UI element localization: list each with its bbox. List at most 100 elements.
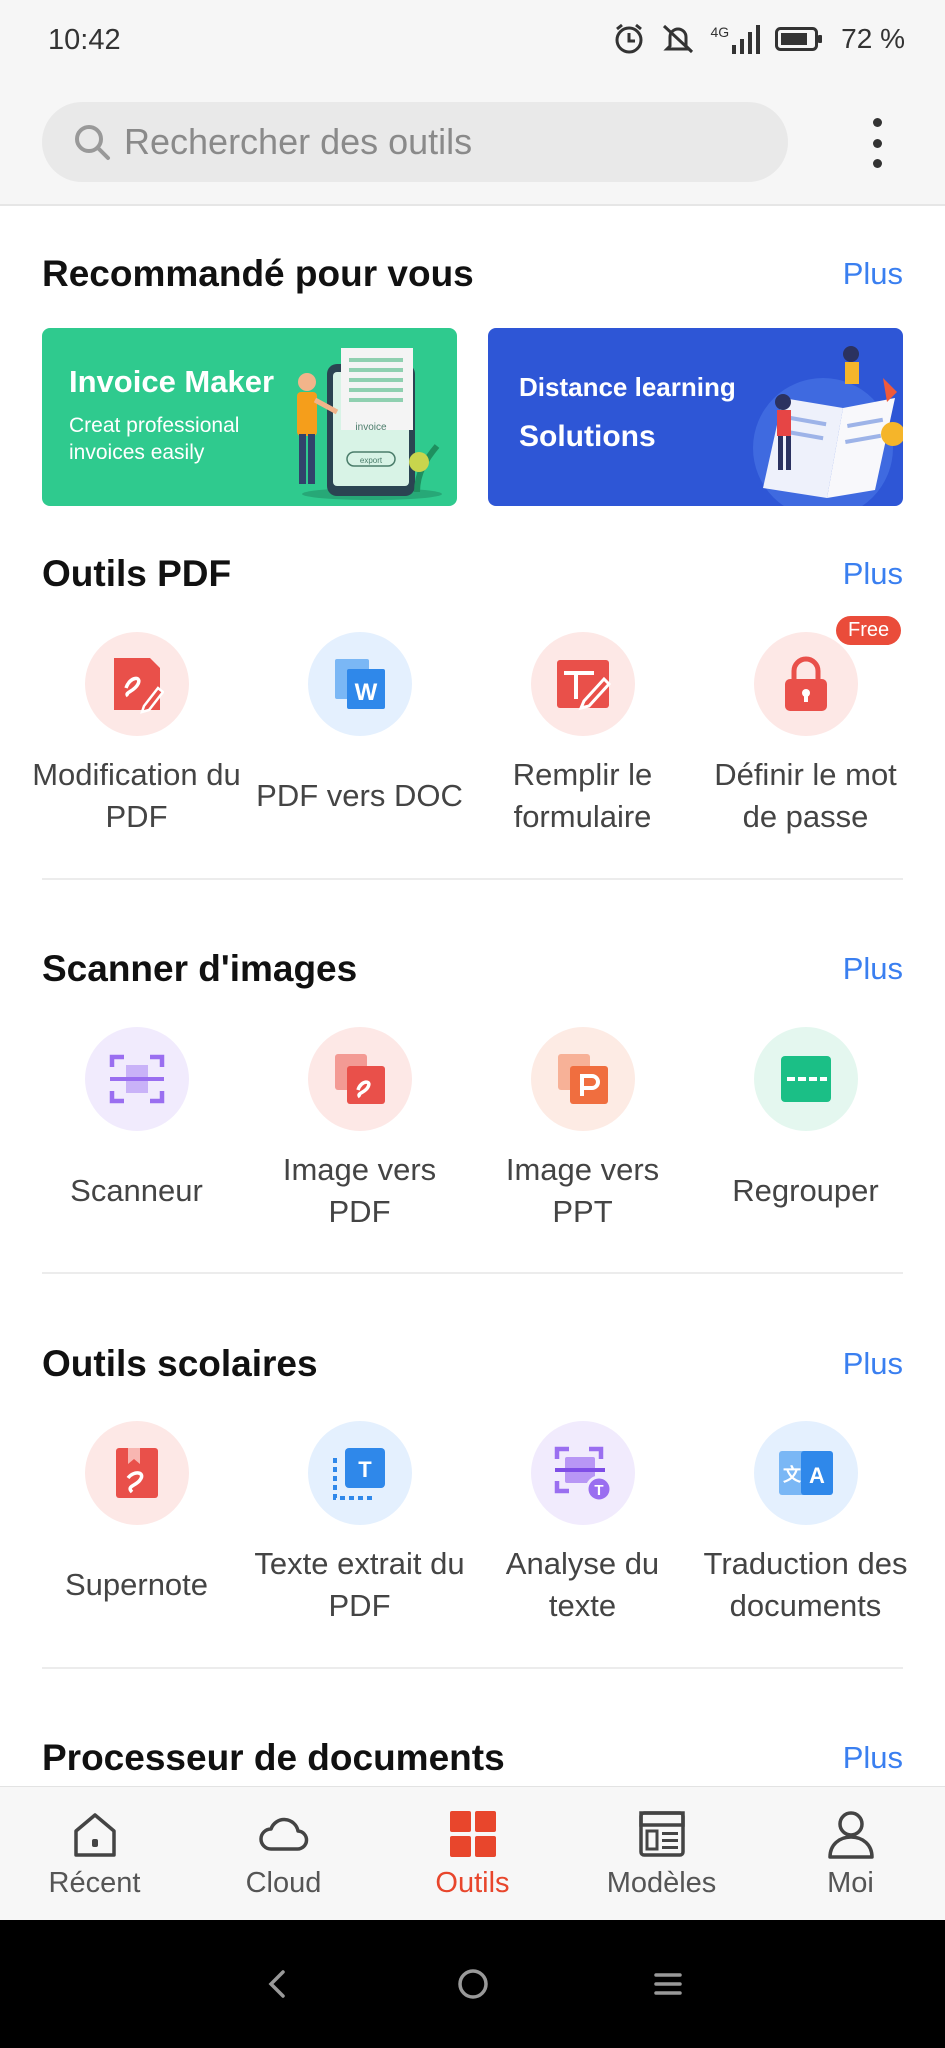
text-analysis-icon: T (530, 1421, 635, 1525)
banner-title: Solutions (519, 420, 656, 453)
svg-text:A: A (809, 1463, 825, 1488)
tool-supernote[interactable]: Supernote (25, 1421, 248, 1633)
alarm-icon (615, 23, 643, 54)
banner-title: Invoice Maker (69, 364, 275, 399)
search-input[interactable] (124, 121, 724, 163)
svg-text:文: 文 (783, 1464, 802, 1486)
form-fill-icon (530, 632, 635, 736)
tool-label: Remplir le formulaire (512, 757, 653, 834)
distance-learning-illustration (753, 346, 903, 506)
school-tools-row: Supernote T Texte extrait du PDF T Analy… (25, 1421, 920, 1633)
section-title: Scanner d'images (42, 948, 358, 989)
nav-label: Modèles (606, 1867, 717, 1899)
banner-title: Distance learning (519, 372, 736, 402)
tool-text-analysis[interactable]: T Analyse du texte (471, 1421, 694, 1633)
svg-text:T: T (358, 1457, 372, 1482)
tool-merge[interactable]: Regrouper (694, 1027, 917, 1239)
system-nav-bar (0, 1920, 945, 2048)
tool-image-to-pdf[interactable]: Image vers PDF (248, 1027, 471, 1239)
tool-scanner[interactable]: Scanneur (25, 1027, 248, 1239)
invoice-maker-banner[interactable]: Invoice Maker Creat professional invoice… (42, 328, 457, 506)
recents-icon[interactable] (648, 1964, 688, 2004)
more-options-icon[interactable] (865, 118, 889, 168)
more-link[interactable]: Plus (843, 556, 903, 592)
tool-label: Scanneur (70, 1173, 203, 1208)
tool-label: Analyse du texte (505, 1546, 660, 1623)
bottom-nav: Récent Cloud Outils Modèles Moi (0, 1786, 945, 1920)
tool-label: Supernote (64, 1567, 209, 1602)
divider (42, 1667, 903, 1669)
nav-templates[interactable]: Modèles (567, 1787, 756, 1920)
nav-cloud[interactable]: Cloud (189, 1787, 378, 1920)
section-pdf-tools: Outils PDF Plus (42, 549, 903, 599)
section-recommended: Recommandé pour vous Plus (42, 249, 903, 299)
section-title: Processeur de documents (42, 1737, 505, 1778)
svg-text:T: T (594, 1482, 603, 1499)
tool-label: Image vers PDF (282, 1152, 437, 1229)
lock-icon (753, 632, 858, 736)
nav-label: Outils (435, 1867, 510, 1899)
home-button-icon[interactable] (453, 1964, 493, 2004)
pdf-edit-icon (84, 632, 189, 736)
search-icon (75, 125, 110, 160)
status-time: 10:42 (48, 24, 121, 56)
more-link[interactable]: Plus (843, 1346, 903, 1382)
tool-label: Définir le mot de passe (714, 757, 897, 834)
section-title: Outils PDF (42, 553, 232, 594)
translate-icon: 文A (753, 1421, 858, 1525)
search-bar[interactable] (42, 102, 788, 182)
home-icon (73, 1813, 116, 1857)
divider (42, 1272, 903, 1274)
section-image-scanner: Scanner d'images Plus (42, 944, 903, 994)
distance-learning-banner[interactable]: Distance learning Solutions (488, 328, 903, 506)
supernote-icon (84, 1421, 189, 1525)
tools-content[interactable]: Recommandé pour vous Plus Invoice Maker … (0, 206, 945, 1786)
section-school-tools: Outils scolaires Plus (42, 1339, 903, 1389)
nav-me[interactable]: Moi (756, 1787, 945, 1920)
signal-icon (732, 25, 761, 54)
tool-pdf-edit[interactable]: Modification du PDF (25, 632, 248, 844)
pdf-to-word-icon: W (307, 632, 412, 736)
more-link[interactable]: Plus (843, 951, 903, 987)
svg-text:W: W (354, 679, 377, 706)
tool-translate[interactable]: 文A Traduction des documents (694, 1421, 917, 1633)
invoice-doc-label: invoice (355, 422, 387, 433)
free-badge: Free (836, 616, 902, 645)
status-icons: 4G 72 % (612, 22, 905, 56)
tool-extract-text[interactable]: T Texte extrait du PDF (248, 1421, 471, 1633)
tool-label: Modification du PDF (32, 757, 241, 834)
banner-subtitle: invoices easily (69, 441, 205, 464)
nav-tools[interactable]: Outils (378, 1787, 567, 1920)
cloud-icon (258, 1817, 308, 1851)
image-to-pdf-icon (307, 1027, 412, 1131)
tool-label: Texte extrait du PDF (254, 1546, 465, 1623)
tool-set-password[interactable]: Free Définir le mot de passe (694, 616, 917, 844)
grid-icon (449, 1811, 496, 1857)
tool-label: Regrouper (732, 1173, 879, 1208)
tool-label: PDF vers DOC (256, 778, 463, 813)
network-label: 4G (710, 24, 730, 40)
tool-fill-form[interactable]: Remplir le formulaire (471, 632, 694, 844)
tool-image-to-ppt[interactable]: Image vers PPT (471, 1027, 694, 1239)
merge-icon (753, 1027, 858, 1131)
tool-label: Traduction des documents (703, 1546, 908, 1623)
battery-percent: 72 % (841, 23, 905, 54)
nav-recent[interactable]: Récent (0, 1787, 189, 1920)
muted-bell-icon (663, 24, 694, 54)
section-document-processor: Processeur de documents Plus (42, 1733, 903, 1783)
tool-pdf-to-doc[interactable]: W PDF vers DOC (248, 632, 471, 844)
more-link[interactable]: Plus (843, 256, 903, 292)
back-icon[interactable] (258, 1964, 298, 2004)
banner-subtitle: Creat professional (69, 414, 240, 437)
image-to-ppt-icon (530, 1027, 635, 1131)
section-title: Recommandé pour vous (42, 253, 474, 294)
pdf-tools-row: Modification du PDF W PDF vers DOC Rempl… (25, 616, 920, 844)
scan-icon (84, 1027, 189, 1131)
battery-icon (775, 27, 823, 51)
section-title: Outils scolaires (42, 1343, 318, 1384)
more-link[interactable]: Plus (843, 1740, 903, 1776)
header (0, 82, 945, 206)
tool-label: Image vers PPT (505, 1152, 660, 1229)
export-label: export (360, 456, 383, 465)
nav-label: Récent (48, 1867, 141, 1899)
